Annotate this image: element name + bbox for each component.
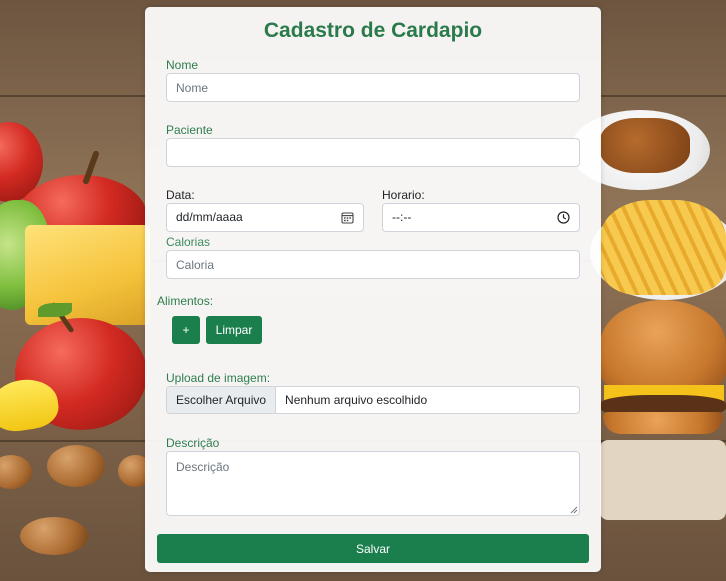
clock-icon[interactable]	[557, 211, 570, 224]
nome-input[interactable]	[166, 73, 580, 102]
descricao-textarea[interactable]	[166, 451, 580, 516]
calendar-icon[interactable]	[341, 211, 354, 224]
add-food-button[interactable]: +	[172, 316, 200, 344]
horario-input[interactable]: --:--	[382, 203, 580, 232]
data-value: dd/mm/aaaa	[176, 210, 243, 224]
resize-grip-icon[interactable]	[570, 506, 578, 514]
paciente-input[interactable]	[166, 138, 580, 167]
descricao-wrapper	[166, 451, 580, 516]
calorias-label: Calorias	[166, 235, 211, 249]
file-status-text: Nenhum arquivo escolhido	[285, 393, 428, 407]
nome-label: Nome	[166, 58, 199, 72]
horario-label: Horario:	[382, 188, 425, 202]
upload-label: Upload de imagem:	[166, 371, 271, 385]
data-label: Data:	[166, 188, 195, 202]
calorias-input[interactable]	[166, 250, 580, 279]
page-title: Cadastro de Cardapio	[263, 19, 483, 42]
save-button[interactable]: Salvar	[157, 534, 589, 563]
data-input[interactable]: dd/mm/aaaa	[166, 203, 364, 232]
choose-file-button[interactable]: Escolher Arquivo	[167, 387, 277, 413]
horario-value: --:--	[392, 210, 412, 224]
image-upload-input[interactable]: Escolher Arquivo Nenhum arquivo escolhid…	[166, 386, 580, 414]
clear-foods-button[interactable]: Limpar	[206, 316, 262, 344]
paciente-label: Paciente	[166, 123, 213, 137]
descricao-label: Descrição	[166, 436, 220, 450]
alimentos-label: Alimentos:	[157, 294, 214, 308]
menu-form-card: Cadastro de Cardapio Nome Paciente Data:…	[145, 7, 601, 572]
